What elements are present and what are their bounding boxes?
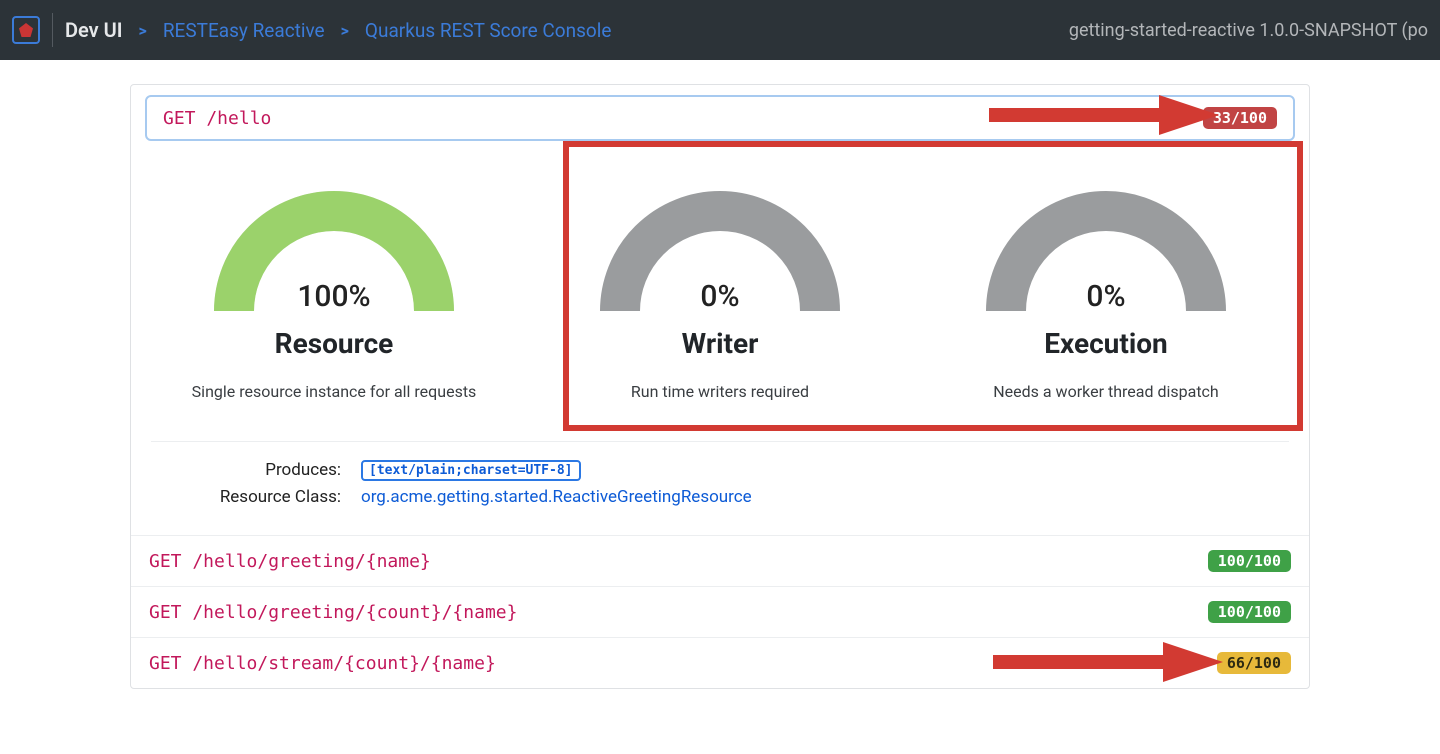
- chevron-right-icon: >: [139, 21, 147, 40]
- produces-chip: [text/plain;charset=UTF-8]: [361, 460, 581, 481]
- app-version-label: getting-started-reactive 1.0.0-SNAPSHOT …: [1069, 20, 1428, 41]
- gauge-subtitle: Run time writers required: [546, 382, 894, 401]
- gauge-subtitle: Single resource instance for all request…: [160, 382, 508, 401]
- meta-label: Produces:: [151, 460, 341, 480]
- score-badge: 100/100: [1208, 550, 1291, 572]
- quarkus-icon: [19, 23, 33, 37]
- gauge-execution: 0% Execution Needs a worker thread dispa…: [926, 161, 1286, 427]
- gauge-writer: 0% Writer Run time writers required: [540, 161, 900, 427]
- gauge-title: Execution: [932, 327, 1280, 360]
- breadcrumb-score-console[interactable]: Quarkus REST Score Console: [365, 19, 612, 42]
- score-badge: 33/100: [1203, 107, 1277, 129]
- endpoint-meta: Produces: [text/plain;charset=UTF-8] Res…: [151, 441, 1289, 535]
- gauge-subtitle: Needs a worker thread dispatch: [932, 382, 1280, 401]
- endpoint-row-expanded[interactable]: GET /hello 33/100: [145, 95, 1295, 141]
- app-logo[interactable]: [12, 16, 40, 44]
- topbar-divider: [52, 13, 53, 47]
- resource-class-link[interactable]: org.acme.getting.started.ReactiveGreetin…: [361, 487, 752, 507]
- endpoint-row[interactable]: GET /hello/greeting/{count}/{name} 100/1…: [131, 587, 1309, 638]
- endpoint-path: GET /hello/greeting/{count}/{name}: [149, 602, 517, 623]
- meta-produces-row: Produces: [text/plain;charset=UTF-8]: [151, 460, 1289, 481]
- endpoint-path: GET /hello: [163, 108, 271, 129]
- endpoint-row[interactable]: GET /hello/stream/{count}/{name} 66/100: [131, 638, 1309, 688]
- endpoint-path: GET /hello/stream/{count}/{name}: [149, 653, 496, 674]
- score-badge: 100/100: [1208, 601, 1291, 623]
- chevron-right-icon: >: [341, 21, 349, 40]
- gauge-title: Resource: [160, 327, 508, 360]
- meta-class-row: Resource Class: org.acme.getting.started…: [151, 487, 1289, 507]
- score-badge: 66/100: [1217, 652, 1291, 674]
- score-console-card: GET /hello 33/100 100% Resource Single r…: [130, 84, 1310, 689]
- svg-text:0%: 0%: [700, 279, 739, 314]
- gauge-title: Writer: [546, 327, 894, 360]
- topbar: Dev UI > RESTEasy Reactive > Quarkus RES…: [0, 0, 1440, 60]
- gauges-panel: 100% Resource Single resource instance f…: [131, 141, 1309, 431]
- brand-title[interactable]: Dev UI: [65, 18, 123, 42]
- annotation-arrow-icon: [989, 95, 1219, 135]
- svg-text:0%: 0%: [1086, 279, 1125, 314]
- svg-text:100%: 100%: [297, 279, 370, 314]
- endpoint-row[interactable]: GET /hello/greeting/{name} 100/100: [131, 535, 1309, 587]
- annotation-arrow-icon: [993, 642, 1223, 682]
- gauge-resource: 100% Resource Single resource instance f…: [154, 161, 514, 427]
- breadcrumb-resteasy[interactable]: RESTEasy Reactive: [163, 19, 325, 42]
- meta-label: Resource Class:: [151, 487, 341, 507]
- endpoint-path: GET /hello/greeting/{name}: [149, 551, 431, 572]
